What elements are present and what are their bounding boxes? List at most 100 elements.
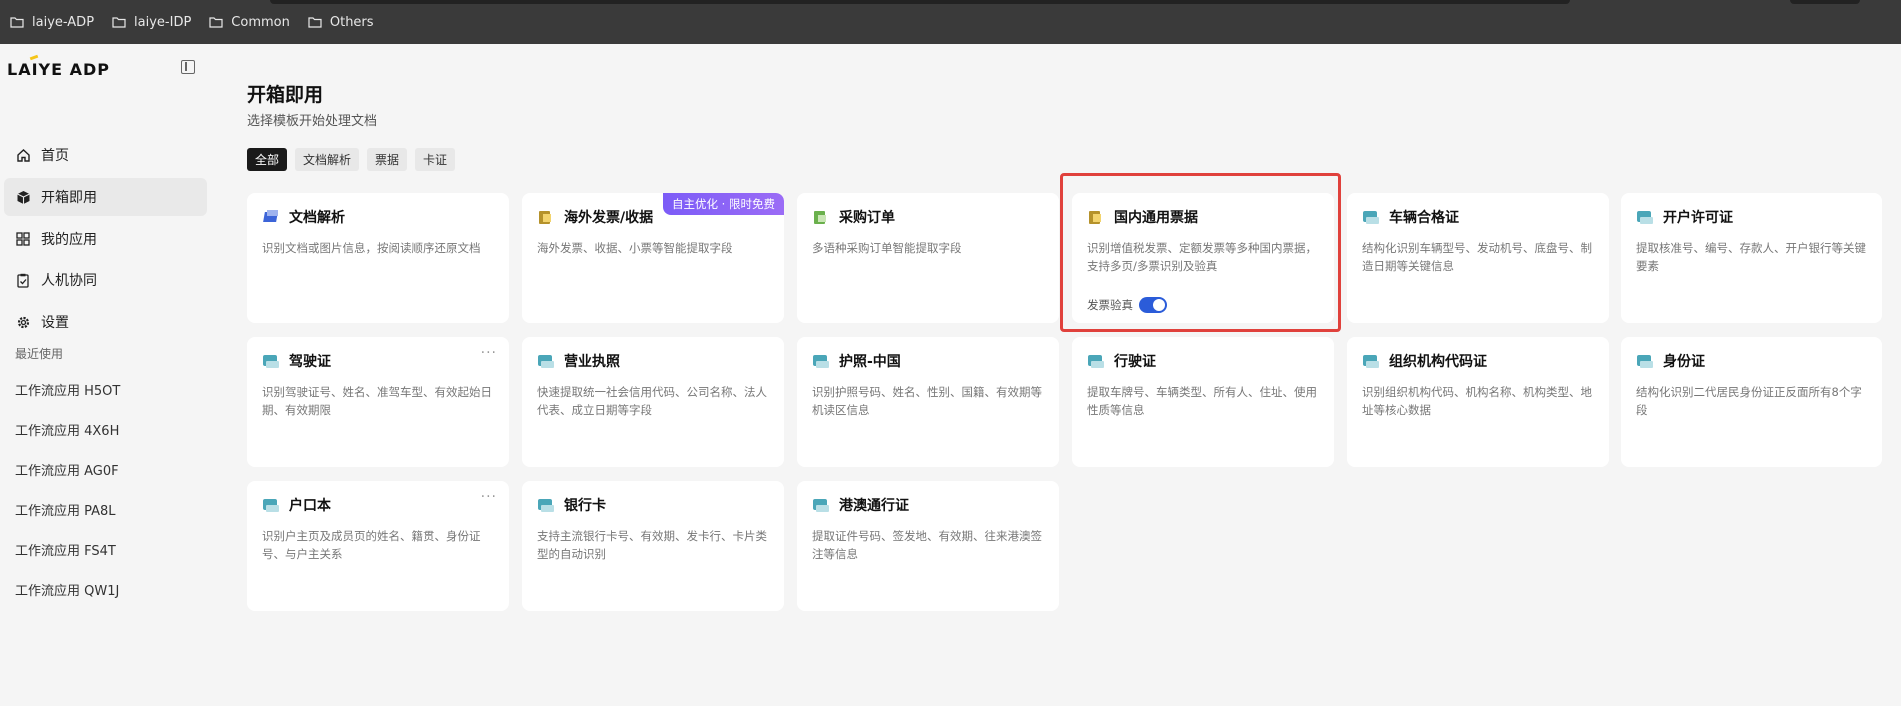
gear-icon [15, 314, 31, 330]
template-card[interactable]: 国内通用票据识别增值税发票、定额发票等多种国内票据，支持多页/多票识别及验真发票… [1072, 193, 1334, 323]
card-header: 港澳通行证 [812, 495, 1044, 515]
template-card[interactable]: 港澳通行证提取证件号码、签发地、有效期、往来港澳签注等信息 [797, 481, 1059, 611]
card-title: 采购订单 [839, 210, 895, 226]
card-description: 识别户主页及成员页的姓名、籍贯、身份证号、与户主关系 [262, 529, 481, 561]
card-title: 国内通用票据 [1114, 210, 1198, 226]
card-header: 户口本 [262, 495, 494, 515]
card-description: 多语种采购订单智能提取字段 [812, 241, 962, 255]
card-description: 识别文档或图片信息，按阅读顺序还原文档 [262, 241, 481, 255]
template-icon [537, 497, 555, 513]
recent-item[interactable]: 工作流应用 QW1J [15, 580, 119, 599]
sidebar-collapse-icon[interactable] [181, 60, 195, 74]
template-card[interactable]: 海外发票/收据 海外发票、收据、小票等智能提取字段 自主优化 · 限时免费 [522, 193, 784, 323]
card-title: 驾驶证 [289, 354, 331, 370]
folder-icon [209, 17, 223, 28]
sidebar-item-home[interactable]: 首页 [4, 136, 207, 174]
sidebar-item-label: 设置 [41, 315, 69, 331]
recent-item[interactable]: 工作流应用 FS4T [15, 540, 116, 559]
card-title: 海外发票/收据 [564, 210, 654, 226]
card-header: 采购订单 [812, 207, 1044, 227]
filter-tabs: 全部 文档解析 票据 卡证 [247, 148, 456, 171]
card-description: 快速提取统一社会信用代码、公司名称、法人代表、成立日期等字段 [537, 385, 767, 417]
template-card[interactable]: 银行卡支持主流银行卡号、有效期、发卡行、卡片类型的自动识别 [522, 481, 784, 611]
bookmark-label: laiye-ADP [32, 14, 95, 30]
template-card[interactable]: 护照-中国识别护照号码、姓名、性别、国籍、有效期等机读区信息 [797, 337, 1059, 467]
template-card[interactable]: 车辆合格证 结构化识别车辆型号、发动机号、底盘号、制造日期等关键信息 [1347, 193, 1609, 323]
template-card[interactable]: 行驶证 提取车牌号、车辆类型、所有人、住址、使用性质等信息 [1072, 337, 1334, 467]
card-header: 组织机构代码证 [1362, 351, 1594, 371]
card-title: 营业执照 [564, 354, 620, 370]
card-description: 识别护照号码、姓名、性别、国籍、有效期等机读区信息 [812, 385, 1042, 417]
bookmark-others[interactable]: Others [308, 15, 374, 30]
card-title: 开户许可证 [1663, 210, 1733, 226]
recent-item[interactable]: 工作流应用 H5OT [15, 380, 120, 399]
bookmark-label: laiye-IDP [134, 14, 192, 30]
template-card[interactable]: 开户许可证提取核准号、编号、存款人、开户银行等关键要素 [1621, 193, 1882, 323]
card-description: 支持主流银行卡号、有效期、发卡行、卡片类型的自动识别 [537, 529, 767, 561]
page-title: 开箱即用 [247, 84, 324, 106]
template-icon [812, 209, 830, 225]
sidebar-item-ready-to-use[interactable]: 开箱即用 [4, 178, 207, 216]
card-title: 文档解析 [289, 210, 345, 226]
home-icon [15, 147, 31, 163]
card-description: 识别增值税发票、定额发票等多种国内票据，支持多页/多票识别及验真 [1087, 241, 1317, 273]
folder-icon [308, 17, 322, 28]
card-description: 识别驾驶证号、姓名、准驾车型、有效起始日期、有效期限 [262, 385, 492, 417]
template-card[interactable]: 组织机构代码证 识别组织机构代码、机构名称、机构类型、地址等核心数据 [1347, 337, 1609, 467]
card-title: 护照-中国 [839, 354, 901, 370]
more-options-icon[interactable]: ··· [481, 489, 497, 505]
sidebar-item-label: 人机协同 [41, 273, 97, 289]
card-header: 护照-中国 [812, 351, 1044, 371]
template-icon [1087, 353, 1105, 369]
folder-icon [112, 17, 126, 28]
sidebar-item-my-apps[interactable]: 我的应用 [4, 220, 207, 258]
card-header: 营业执照 [537, 351, 769, 371]
card-description: 结构化识别二代居民身份证正反面所有8个字段 [1636, 385, 1862, 417]
template-icon [812, 353, 830, 369]
toolbar-edge [1790, 0, 1860, 4]
card-header: 文档解析 [262, 207, 494, 227]
app-logo[interactable]: LAIYE ADP [7, 60, 110, 79]
template-card[interactable]: 营业执照快速提取统一社会信用代码、公司名称、法人代表、成立日期等字段 [522, 337, 784, 467]
recent-item[interactable]: 工作流应用 PA8L [15, 500, 116, 519]
card-header: 行驶证 [1087, 351, 1319, 371]
template-icon [1362, 353, 1380, 369]
sidebar-item-label: 我的应用 [41, 232, 97, 248]
template-icon [262, 497, 280, 513]
bookmark-laiye-idp[interactable]: laiye-IDP [112, 15, 191, 30]
template-icon [1362, 209, 1380, 225]
template-card[interactable]: 身份证 结构化识别二代居民身份证正反面所有8个字段 [1621, 337, 1882, 467]
more-options-icon[interactable]: ··· [481, 345, 497, 361]
card-title: 银行卡 [564, 498, 606, 514]
sidebar-item-settings[interactable]: 设置 [4, 303, 207, 341]
card-header: 国内通用票据 [1087, 207, 1319, 227]
recent-item[interactable]: 工作流应用 4X6H [15, 420, 119, 439]
card-title: 行驶证 [1114, 354, 1156, 370]
filter-document-parsing[interactable]: 文档解析 [295, 148, 360, 171]
filter-receipts[interactable]: 票据 [367, 148, 408, 171]
sidebar-item-human-in-loop[interactable]: 人机协同 [4, 261, 207, 299]
filter-cards[interactable]: 卡证 [415, 148, 456, 171]
card-description: 提取证件号码、签发地、有效期、往来港澳签注等信息 [812, 529, 1042, 561]
recent-item[interactable]: 工作流应用 AG0F [15, 460, 119, 479]
toggle-label: 发票验真 [1087, 298, 1133, 312]
card-description: 提取核准号、编号、存款人、开户银行等关键要素 [1636, 241, 1866, 273]
template-icon [262, 209, 280, 225]
template-card[interactable]: 驾驶证识别驾驶证号、姓名、准驾车型、有效起始日期、有效期限 ··· [247, 337, 509, 467]
invoice-verify-toggle[interactable] [1139, 297, 1167, 313]
filter-all[interactable]: 全部 [247, 148, 288, 171]
template-icon [537, 209, 555, 225]
bookmark-common[interactable]: Common [209, 15, 290, 30]
template-card[interactable]: 采购订单多语种采购订单智能提取字段 [797, 193, 1059, 323]
sidebar-item-label: 开箱即用 [41, 190, 97, 206]
bookmark-laiye-adp[interactable]: laiye-ADP [10, 15, 94, 30]
folder-icon [10, 17, 24, 28]
sidebar: LAIYE ADP 首页 开箱即用 我的应用 人机协同 设置 最近使用 工作流应… [0, 44, 215, 706]
card-description: 海外发票、收据、小票等智能提取字段 [537, 241, 733, 255]
verify-toggle-row: 发票验真 [1087, 297, 1167, 313]
template-icon [1087, 209, 1105, 225]
card-header: 驾驶证 [262, 351, 494, 371]
template-card[interactable]: 文档解析识别文档或图片信息，按阅读顺序还原文档 [247, 193, 509, 323]
template-card[interactable]: 户口本识别户主页及成员页的姓名、籍贯、身份证号、与户主关系 ··· [247, 481, 509, 611]
template-icon [537, 353, 555, 369]
